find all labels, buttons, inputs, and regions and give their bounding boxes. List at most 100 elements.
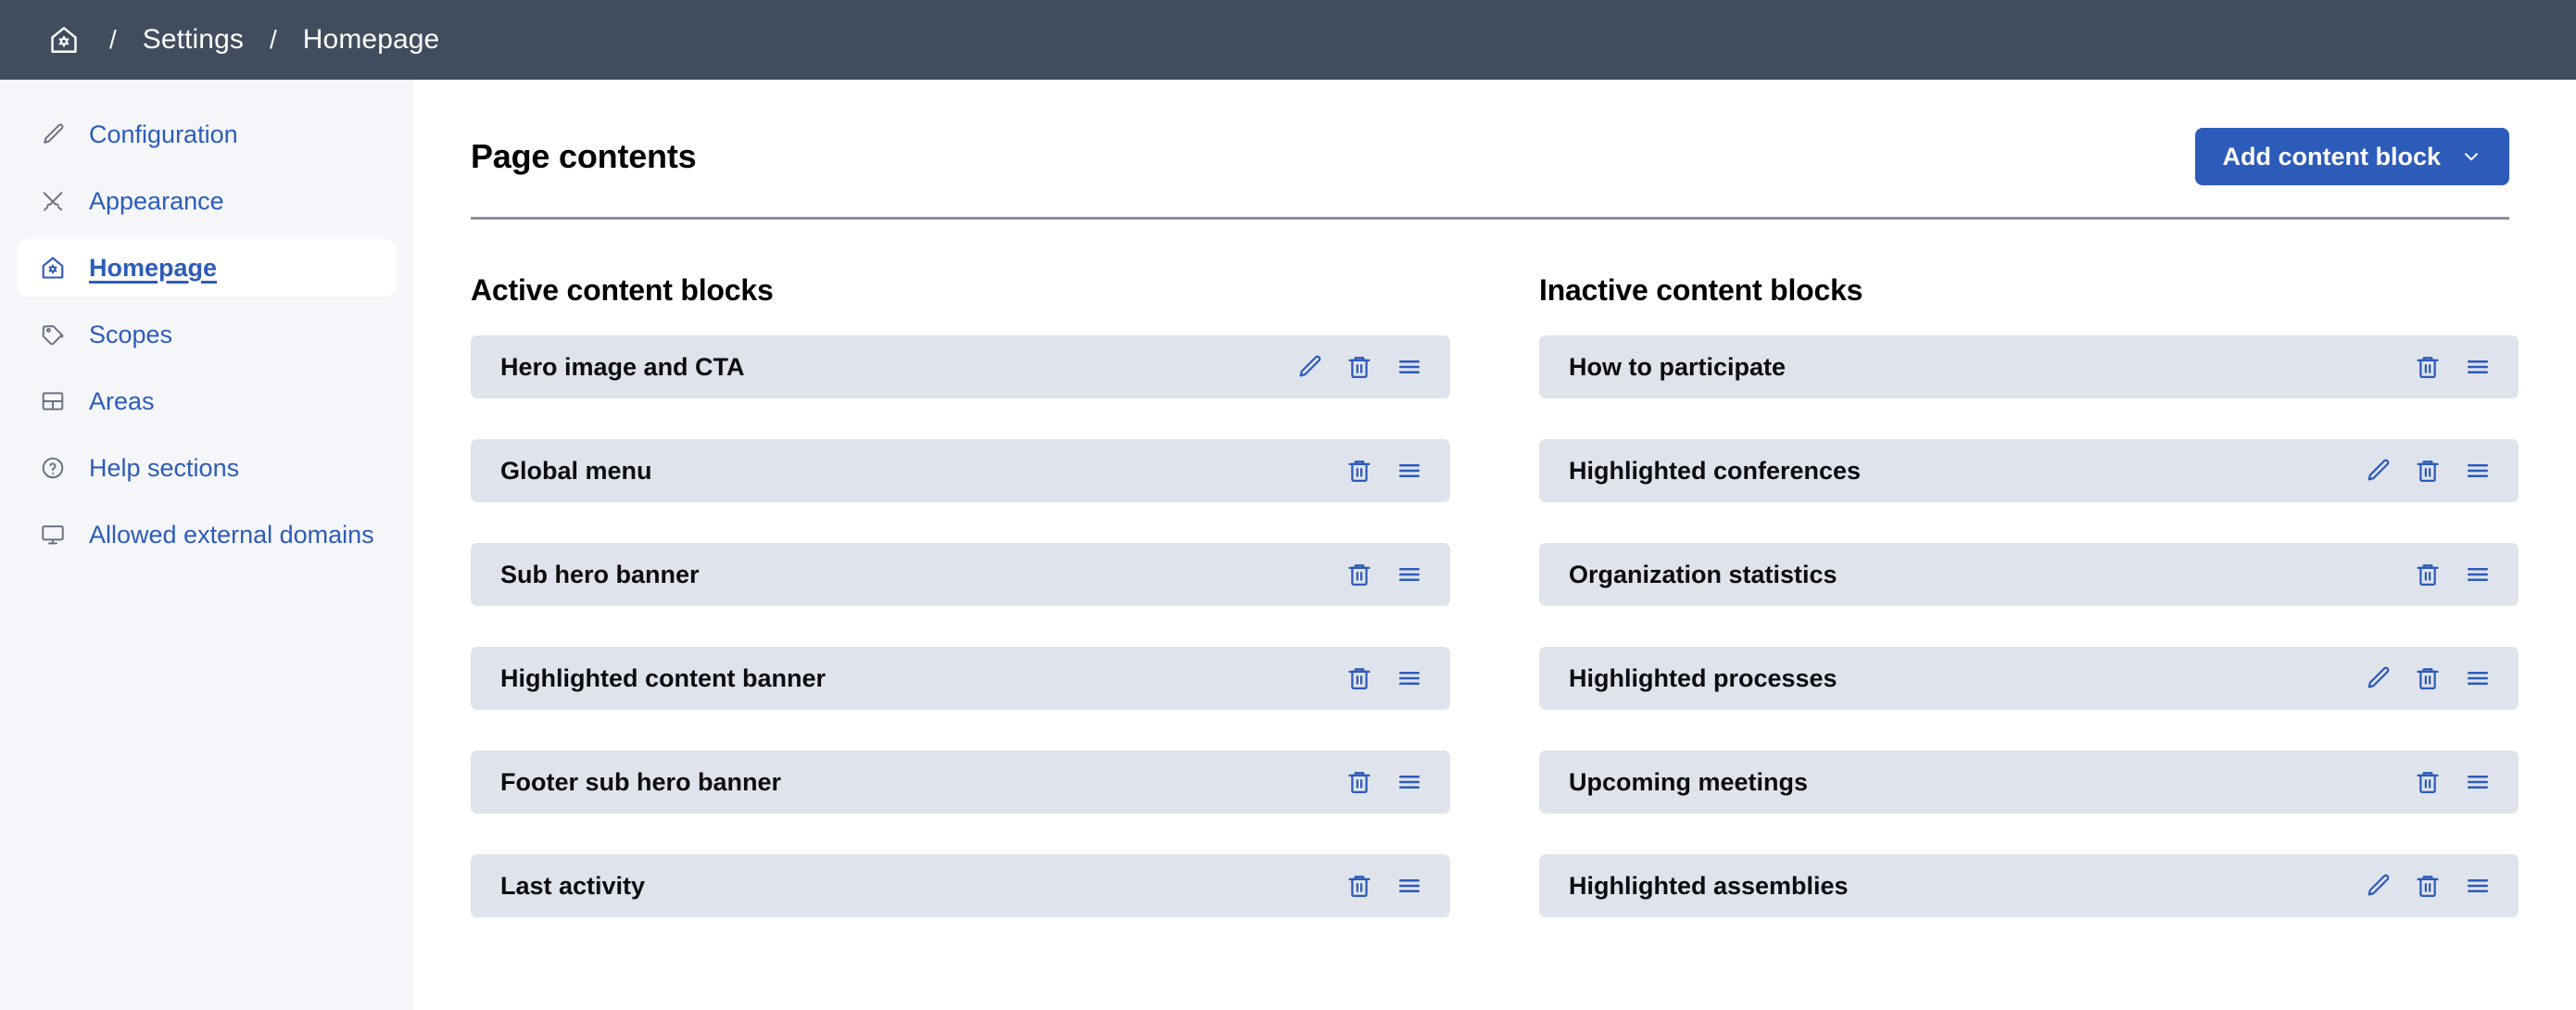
content-block-actions xyxy=(2411,765,2494,799)
add-content-block-button[interactable]: Add content block xyxy=(2195,128,2510,185)
sidebar-item-configuration[interactable]: Configuration xyxy=(17,106,397,163)
inactive-content-blocks-column: Inactive content blocks How to participa… xyxy=(1539,273,2519,958)
home-gear-icon xyxy=(48,24,80,56)
delete-icon[interactable] xyxy=(1343,558,1376,591)
main-content: Page contents Add content block Active c… xyxy=(413,80,2576,1010)
sidebar-item-homepage[interactable]: Homepage xyxy=(17,239,397,297)
content-block-label: Footer sub hero banner xyxy=(500,768,781,797)
delete-icon[interactable] xyxy=(2411,454,2444,487)
delete-icon[interactable] xyxy=(2411,765,2444,799)
sidebar-item-appearance[interactable]: Appearance xyxy=(17,172,397,230)
delete-icon[interactable] xyxy=(2411,869,2444,903)
tag-icon xyxy=(37,319,69,350)
drag-handle-icon[interactable] xyxy=(1393,765,1426,799)
content-block-row[interactable]: Organization statistics xyxy=(1539,543,2519,606)
content-block-label: Sub hero banner xyxy=(500,561,700,589)
breadcrumb-bar: / Settings / Homepage xyxy=(0,0,2576,80)
sidebar-item-label: Appearance xyxy=(89,187,224,216)
content-block-actions xyxy=(2361,662,2494,695)
chevron-down-icon xyxy=(2461,146,2481,167)
content-block-row[interactable]: Sub hero banner xyxy=(471,543,1450,606)
monitor-icon xyxy=(37,519,69,550)
grid-layout-icon xyxy=(37,385,69,417)
delete-icon[interactable] xyxy=(1343,765,1376,799)
settings-sidebar: Configuration Appearance xyxy=(0,80,413,1010)
content-block-actions xyxy=(2411,350,2494,384)
content-block-actions xyxy=(1343,558,1426,591)
delete-icon[interactable] xyxy=(2411,662,2444,695)
page-header: Page contents Add content block xyxy=(471,80,2509,220)
content-block-label: Organization statistics xyxy=(1569,561,1837,589)
content-block-row[interactable]: Highlighted conferences xyxy=(1539,439,2519,502)
edit-icon[interactable] xyxy=(2361,454,2394,487)
sidebar-item-scopes[interactable]: Scopes xyxy=(17,306,397,363)
content-block-row[interactable]: Highlighted processes xyxy=(1539,647,2519,710)
content-block-row[interactable]: Hero image and CTA xyxy=(471,335,1450,398)
delete-icon[interactable] xyxy=(2411,558,2444,591)
column-title: Active content blocks xyxy=(471,273,1450,308)
content-block-label: Highlighted processes xyxy=(1569,664,1837,693)
delete-icon[interactable] xyxy=(1343,869,1376,903)
content-block-label: Highlighted content banner xyxy=(500,664,826,693)
question-circle-icon xyxy=(37,452,69,484)
content-block-actions xyxy=(1343,662,1426,695)
tools-icon xyxy=(37,185,69,217)
content-block-actions xyxy=(1343,454,1426,487)
edit-icon[interactable] xyxy=(2361,869,2394,903)
drag-handle-icon[interactable] xyxy=(1393,869,1426,903)
edit-icon[interactable] xyxy=(2361,662,2394,695)
sidebar-item-areas[interactable]: Areas xyxy=(17,372,397,430)
drag-handle-icon[interactable] xyxy=(1393,454,1426,487)
drag-handle-icon[interactable] xyxy=(2461,869,2494,903)
content-block-actions xyxy=(1293,350,1426,384)
breadcrumb-item-settings[interactable]: Settings xyxy=(143,24,244,56)
content-block-row[interactable]: Highlighted assemblies xyxy=(1539,854,2519,917)
content-block-actions xyxy=(1343,765,1426,799)
sidebar-item-label: Configuration xyxy=(89,120,238,149)
content-block-label: Upcoming meetings xyxy=(1569,768,1808,797)
sidebar-item-allowed-external-domains[interactable]: Allowed external domains xyxy=(17,506,397,563)
drag-handle-icon[interactable] xyxy=(2461,558,2494,591)
content-block-label: Highlighted conferences xyxy=(1569,457,1861,486)
active-content-blocks-column: Active content blocks Hero image and CTA xyxy=(471,273,1450,958)
sidebar-item-label: Allowed external domains xyxy=(89,521,374,549)
content-block-row[interactable]: How to participate xyxy=(1539,335,2519,398)
sidebar-item-label: Scopes xyxy=(89,321,172,349)
content-block-actions xyxy=(2361,869,2494,903)
content-block-row[interactable]: Highlighted content banner xyxy=(471,647,1450,710)
sidebar-item-label: Help sections xyxy=(89,454,239,483)
content-block-actions xyxy=(1343,869,1426,903)
content-block-row[interactable]: Footer sub hero banner xyxy=(471,751,1450,814)
drag-handle-icon[interactable] xyxy=(1393,662,1426,695)
content-block-row[interactable]: Last activity xyxy=(471,854,1450,917)
content-block-label: Highlighted assemblies xyxy=(1569,872,1849,901)
sidebar-item-label: Homepage xyxy=(89,254,217,283)
drag-handle-icon[interactable] xyxy=(2461,765,2494,799)
content-block-actions xyxy=(2361,454,2494,487)
content-block-label: Global menu xyxy=(500,457,652,486)
delete-icon[interactable] xyxy=(1343,350,1376,384)
breadcrumb-home-link[interactable] xyxy=(44,20,83,59)
drag-handle-icon[interactable] xyxy=(1393,350,1426,384)
content-block-label: How to participate xyxy=(1569,353,1786,382)
sidebar-item-help-sections[interactable]: Help sections xyxy=(17,439,397,497)
drag-handle-icon[interactable] xyxy=(2461,350,2494,384)
content-block-row[interactable]: Global menu xyxy=(471,439,1450,502)
delete-icon[interactable] xyxy=(1343,454,1376,487)
content-blocks-columns: Active content blocks Hero image and CTA xyxy=(471,220,2519,958)
delete-icon[interactable] xyxy=(1343,662,1376,695)
breadcrumb-item-homepage: Homepage xyxy=(303,24,440,56)
home-gear-icon xyxy=(37,252,69,284)
page-title: Page contents xyxy=(471,137,696,176)
content-block-label: Hero image and CTA xyxy=(500,353,745,382)
drag-handle-icon[interactable] xyxy=(2461,454,2494,487)
drag-handle-icon[interactable] xyxy=(1393,558,1426,591)
pencil-icon xyxy=(37,119,69,150)
delete-icon[interactable] xyxy=(2411,350,2444,384)
edit-icon[interactable] xyxy=(1293,350,1326,384)
column-title: Inactive content blocks xyxy=(1539,273,2519,308)
drag-handle-icon[interactable] xyxy=(2461,662,2494,695)
content-block-row[interactable]: Upcoming meetings xyxy=(1539,751,2519,814)
breadcrumb-separator-1: / xyxy=(83,27,143,53)
app-shell: Configuration Appearance xyxy=(0,80,2576,1010)
